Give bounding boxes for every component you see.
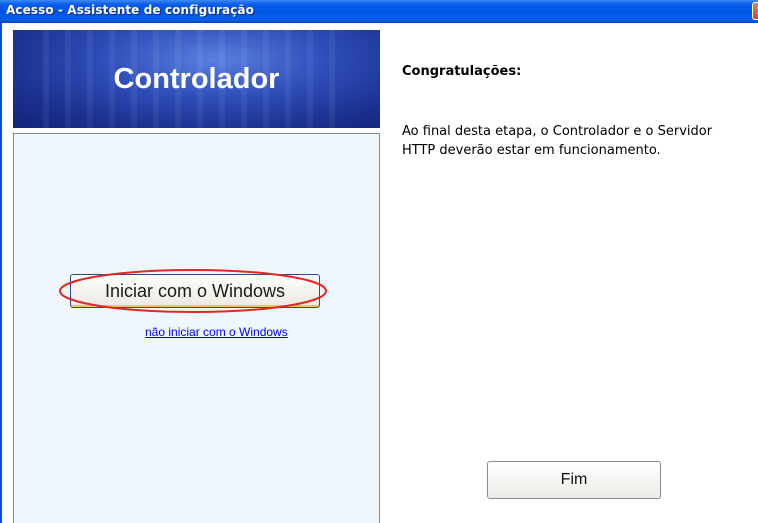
finish-button[interactable]: Fim [487, 461, 661, 499]
title-bar: Acesso - Assistente de configuração ✕ [0, 0, 758, 23]
controller-banner: Controlador [13, 30, 380, 128]
left-panel-frame: Controlador Iniciar com o Windows não in… [13, 30, 380, 523]
start-with-windows-button[interactable]: Iniciar com o Windows [70, 274, 320, 308]
description-text: Ao final desta etapa, o Controlador e o … [402, 124, 713, 158]
congratulations-heading: Congratulações: [402, 64, 522, 79]
window-title: Acesso - Assistente de configuração [6, 3, 254, 17]
close-button[interactable]: ✕ [752, 2, 758, 20]
options-panel: Iniciar com o Windows não iniciar com o … [13, 133, 380, 523]
do-not-start-with-windows-link[interactable]: não iniciar com o Windows [145, 325, 288, 339]
info-section: Congratulações: Ao final desta etapa, o … [402, 64, 742, 158]
banner-title: Controlador [113, 63, 280, 95]
